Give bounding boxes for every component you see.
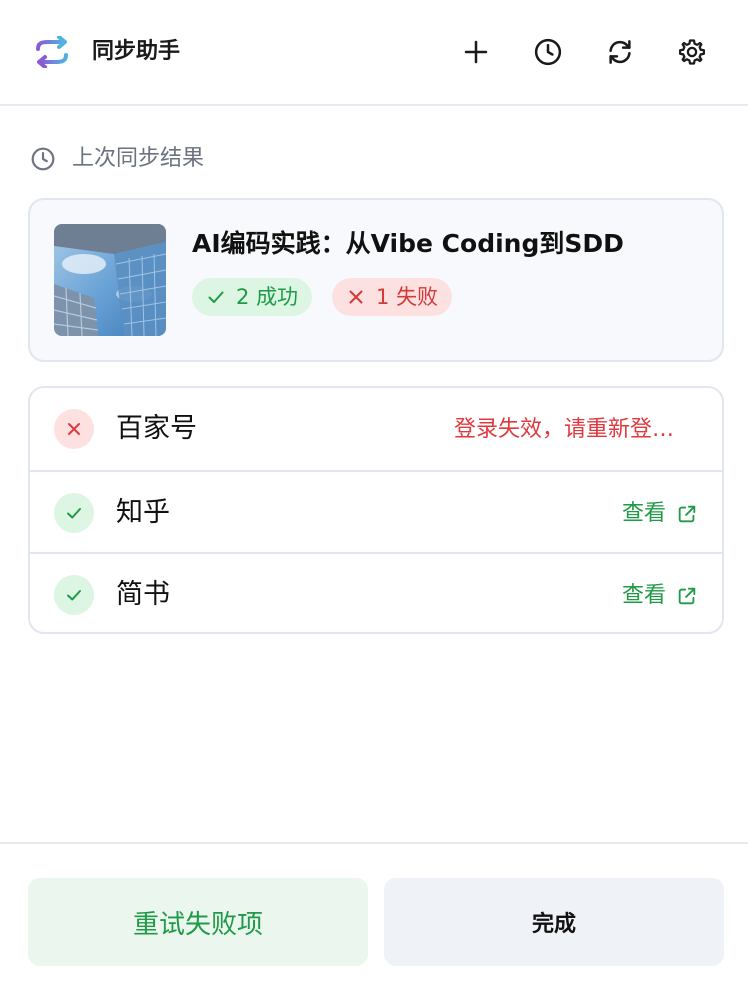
done-button[interactable]: 完成	[384, 878, 724, 966]
history-icon	[534, 38, 562, 66]
view-link-jianshu[interactable]: 查看	[622, 579, 698, 613]
sync-assistant-panel: 同步助手 上次同步结果 AI编码实践：从Vibe Coding到SDD 2 成功…	[0, 0, 748, 992]
success-count-badge: 2 成功	[192, 278, 313, 316]
view-label: 查看	[621, 583, 666, 608]
view-label: 查看	[621, 501, 666, 526]
clock-icon	[31, 147, 55, 171]
cross-icon	[68, 423, 80, 435]
error-message: 登录失效，请重新登录后重试	[454, 417, 694, 442]
success-count: 2	[236, 285, 250, 309]
article-title: AI编码实践：从Vibe Coding到SDD	[192, 229, 624, 258]
status-failed	[54, 409, 94, 449]
external-link-icon	[678, 587, 696, 605]
fail-count-badge: 1 失败	[332, 278, 453, 316]
success-label: 成功	[256, 285, 299, 309]
fail-count: 1	[376, 285, 390, 309]
article-thumbnail	[54, 224, 166, 336]
platform-row-zhihu: 知乎 查看	[30, 470, 722, 552]
last-sync-heading: 上次同步结果	[30, 142, 204, 176]
sync-button[interactable]	[600, 32, 640, 72]
article-card: AI编码实践：从Vibe Coding到SDD 2 成功 1 失败	[28, 198, 724, 362]
app-title: 同步助手	[92, 39, 181, 64]
retry-failed-button[interactable]: 重试失败项	[28, 878, 368, 966]
add-button[interactable]	[456, 32, 496, 72]
platform-name: 知乎	[116, 497, 170, 528]
view-link-zhihu[interactable]: 查看	[622, 497, 698, 531]
last-sync-label: 上次同步结果	[72, 146, 205, 171]
header: 同步助手	[0, 0, 748, 106]
external-link-icon	[678, 505, 696, 523]
platform-row-baijiahao: 百家号 登录失效，请重新登录后重试	[30, 388, 722, 470]
platform-result-list: 百家号 登录失效，请重新登录后重试 知乎 查看	[28, 386, 724, 634]
platform-name: 简书	[116, 579, 170, 610]
history-button[interactable]	[528, 32, 568, 72]
check-icon	[67, 508, 81, 519]
platform-row-jianshu: 简书 查看	[30, 552, 722, 632]
status-success	[54, 575, 94, 615]
sync-icon	[609, 40, 631, 64]
fail-label: 失败	[396, 285, 439, 309]
settings-button[interactable]	[672, 32, 712, 72]
add-icon	[464, 40, 488, 64]
cross-icon	[349, 290, 363, 304]
status-success	[54, 493, 94, 533]
footer: 重试失败项 完成	[0, 842, 748, 992]
settings-icon	[679, 39, 705, 65]
sync-logo-icon	[30, 35, 74, 69]
platform-name: 百家号	[116, 413, 197, 444]
check-icon	[208, 291, 224, 303]
check-icon	[67, 590, 81, 601]
